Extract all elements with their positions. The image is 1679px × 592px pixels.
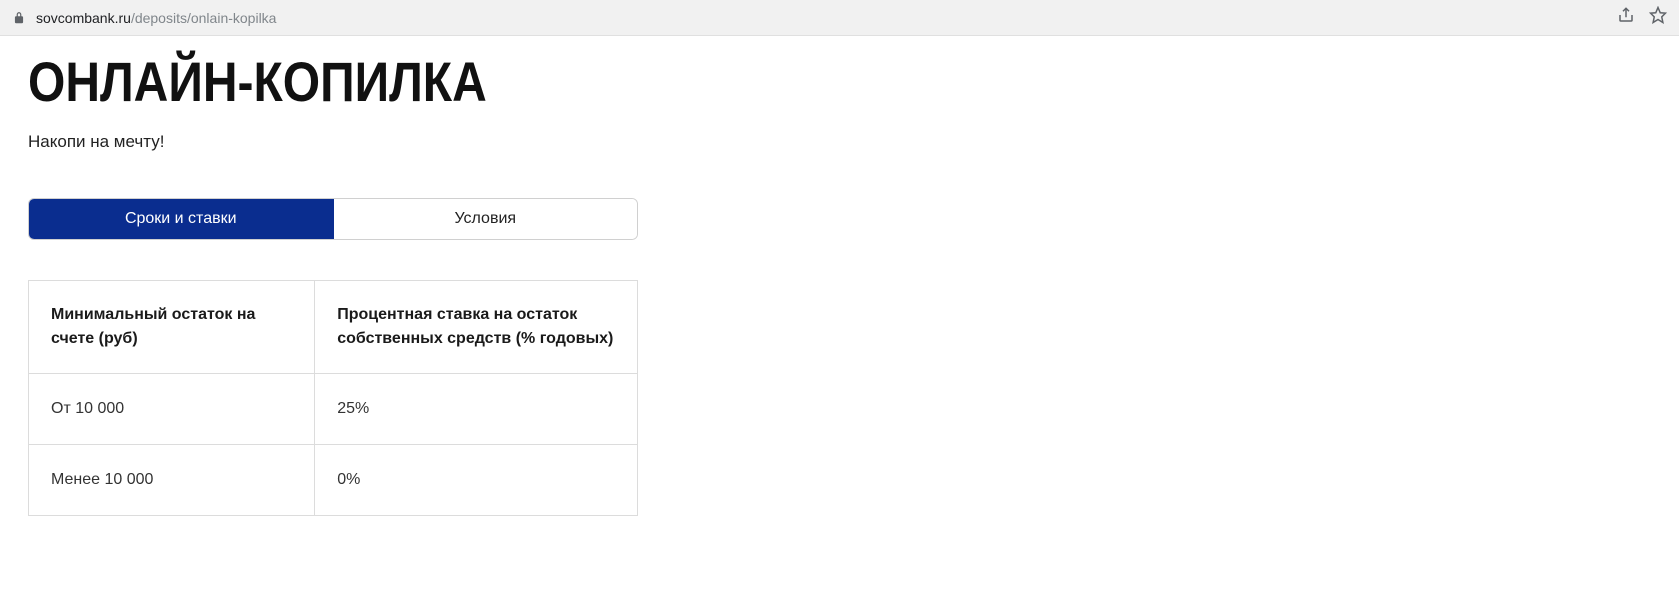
table-row: От 10 000 25% <box>29 374 638 445</box>
page-content: ОНЛАЙН-КОПИЛКА Накопи на мечту! Сроки и … <box>0 36 1679 556</box>
table-row: Менее 10 000 0% <box>29 445 638 516</box>
tab-conditions[interactable]: Условия <box>334 199 638 239</box>
tab-group: Сроки и ставки Условия <box>28 198 638 240</box>
url-path: /deposits/onlain-kopilka <box>131 10 277 26</box>
star-icon[interactable] <box>1649 6 1667 29</box>
url-host: sovcombank.ru <box>36 10 131 26</box>
tab-label: Условия <box>454 210 516 228</box>
col-header-balance: Минимальный остаток на счете (руб) <box>29 281 315 374</box>
url-display[interactable]: sovcombank.ru/deposits/onlain-kopilka <box>36 10 1607 26</box>
table-header-row: Минимальный остаток на счете (руб) Проце… <box>29 281 638 374</box>
lock-icon <box>12 11 26 25</box>
rates-table: Минимальный остаток на счете (руб) Проце… <box>28 280 638 516</box>
cell-balance: От 10 000 <box>29 374 315 445</box>
col-header-rate: Процентная ставка на остаток собственных… <box>315 281 638 374</box>
cell-rate: 25% <box>315 374 638 445</box>
browser-actions <box>1617 6 1667 29</box>
share-icon[interactable] <box>1617 6 1635 29</box>
cell-rate: 0% <box>315 445 638 516</box>
page-subtitle: Накопи на мечту! <box>28 132 1651 152</box>
page-title: ОНЛАЙН-КОПИЛКА <box>28 56 1651 111</box>
tab-label: Сроки и ставки <box>125 210 237 228</box>
cell-balance: Менее 10 000 <box>29 445 315 516</box>
tab-rates[interactable]: Сроки и ставки <box>29 199 334 239</box>
address-bar: sovcombank.ru/deposits/onlain-kopilka <box>0 0 1679 36</box>
